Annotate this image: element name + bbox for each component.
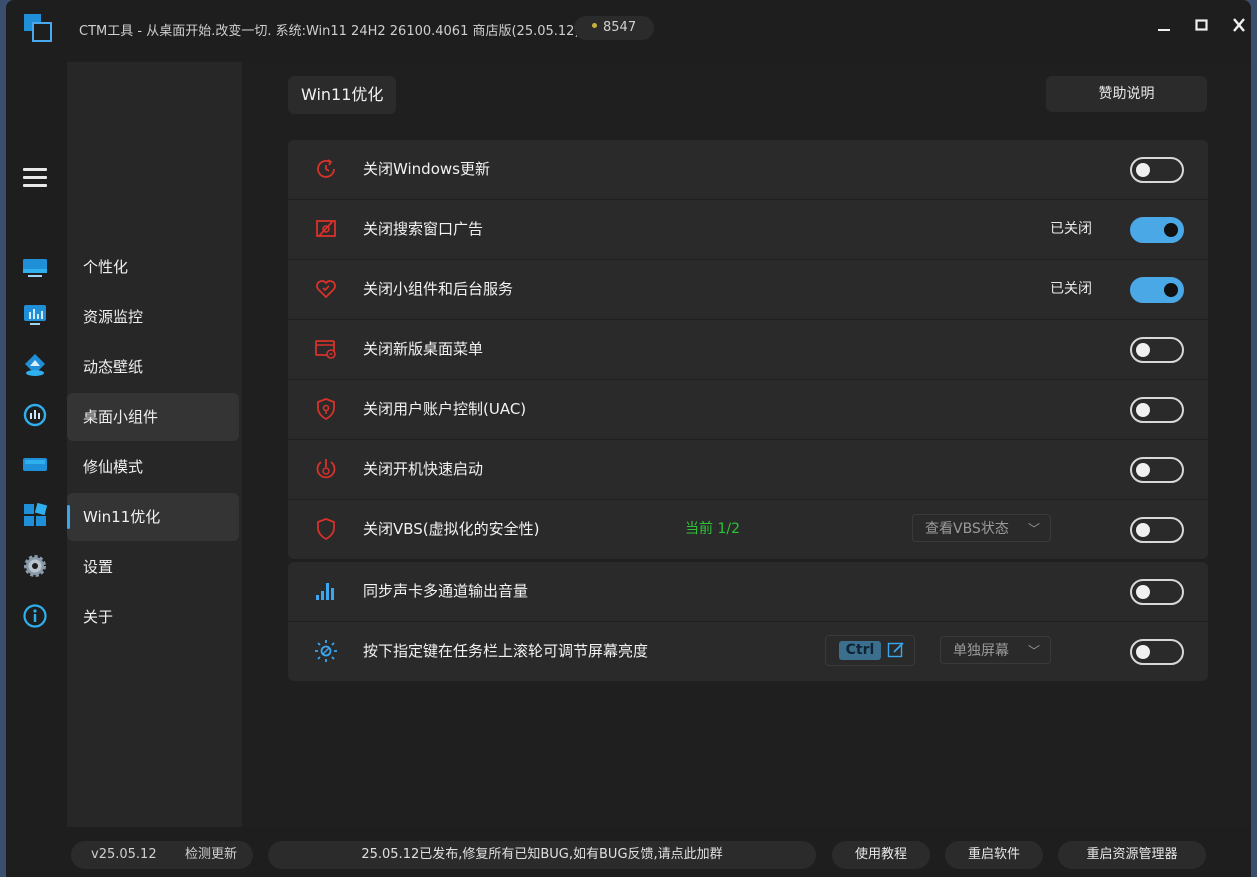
menu-item-settings[interactable]: 设置 — [67, 543, 239, 591]
setting-label: 同步声卡多通道输出音量 — [363, 582, 529, 600]
dynamic-wallpaper-icon[interactable] — [22, 352, 48, 378]
desktop-menu-icon — [315, 340, 336, 359]
vbs-shield-icon — [317, 518, 335, 541]
menu-item-dynamic-wallpaper[interactable]: 动态壁纸 — [67, 343, 239, 391]
hotkey-box: Ctrl — [825, 635, 915, 666]
icon-rail — [6, 0, 67, 877]
title-bar: CTM工具 - 从桌面开始.改变一切. 系统:Win11 24H2 26100.… — [67, 0, 1251, 56]
status-text: 已关闭 — [1050, 281, 1092, 297]
vbs-status-dropdown[interactable]: 查看VBS状态 ﹀ — [912, 514, 1051, 542]
toggle-search-ads[interactable] — [1130, 217, 1184, 243]
dropdown-value: 单独屏幕 — [953, 643, 1009, 659]
toggle-vbs[interactable] — [1130, 517, 1184, 543]
setting-row-vbs: 关闭VBS(虚拟化的安全性) 当前 1/2 查看VBS状态 ﹀ — [288, 500, 1208, 559]
version-pill: v25.05.12 检测更新 — [71, 841, 253, 869]
setting-row-uac: 关闭用户账户控制(UAC) — [288, 380, 1208, 440]
personalize-monitor-icon[interactable] — [22, 254, 48, 280]
desktop-widget-icon[interactable] — [22, 402, 48, 428]
setting-row-sync-volume: 同步声卡多通道输出音量 — [288, 562, 1208, 622]
menu-item-xiuxian-mode[interactable]: 修仙模式 — [67, 443, 239, 491]
menu-item-desktop-widget[interactable]: 桌面小组件 — [67, 393, 239, 441]
clock-update-icon — [317, 159, 335, 178]
version-text: v25.05.12 — [91, 847, 157, 862]
menu-item-win11-optimize[interactable]: Win11优化 — [67, 493, 239, 541]
widgets-heart-icon — [316, 280, 336, 299]
setting-row-widgets-service: 关闭小组件和后台服务 已关闭 — [288, 260, 1208, 320]
settings-card-extras: 同步声卡多通道输出音量 按下指定键在任务栏上滚轮可调节屏幕亮度 Ctrl 单独屏… — [288, 562, 1208, 681]
toggle-fast-boot[interactable] — [1130, 457, 1184, 483]
setting-label: 按下指定键在任务栏上滚轮可调节屏幕亮度 — [363, 642, 649, 660]
setting-label: 关闭开机快速启动 — [363, 460, 484, 478]
toggle-sync-volume[interactable] — [1130, 579, 1184, 605]
edit-icon[interactable] — [887, 641, 905, 659]
setting-label: 关闭小组件和后台服务 — [363, 280, 514, 298]
sponsor-help-button[interactable]: 赞助说明 — [1046, 76, 1207, 112]
menu-item-about[interactable]: 关于 — [67, 593, 239, 641]
chevron-down-icon: ﹀ — [1027, 522, 1040, 536]
badge-count: 8547 — [603, 20, 637, 35]
hamburger-menu-icon[interactable] — [23, 168, 47, 192]
setting-label: 关闭搜索窗口广告 — [363, 220, 484, 238]
app-window: CTM工具 - 从桌面开始.改变一切. 系统:Win11 24H2 26100.… — [6, 0, 1251, 877]
main-content: Win11优化 赞助说明 关闭Windows更新 关闭搜索窗口广告 已关闭 关闭… — [242, 62, 1251, 827]
minimize-icon[interactable] — [1149, 12, 1179, 40]
toggle-taskbar-brightness[interactable] — [1130, 639, 1184, 665]
brightness-icon — [315, 640, 337, 662]
chevron-down-icon: ﹀ — [1027, 644, 1040, 658]
setting-label: 关闭VBS(虚拟化的安全性) — [363, 520, 540, 538]
tutorial-button[interactable]: 使用教程 — [832, 841, 930, 869]
toggle-windows-update[interactable] — [1130, 157, 1184, 183]
xiuxian-mode-icon[interactable] — [22, 452, 48, 478]
setting-row-windows-update: 关闭Windows更新 — [288, 140, 1208, 200]
uac-shield-icon — [317, 398, 335, 421]
toggle-widgets-service[interactable] — [1130, 277, 1184, 303]
check-update-button[interactable]: 检测更新 — [185, 841, 237, 869]
setting-row-taskbar-brightness: 按下指定键在任务栏上滚轮可调节屏幕亮度 Ctrl 单独屏幕 ﹀ — [288, 622, 1208, 681]
setting-row-fast-boot: 关闭开机快速启动 — [288, 440, 1208, 500]
close-icon[interactable] — [1224, 12, 1251, 40]
vbs-current-status: 当前 1/2 — [685, 521, 740, 537]
hotkey-key: Ctrl — [839, 641, 881, 660]
equalizer-icon — [316, 583, 334, 600]
title-badge: 8547 — [574, 16, 655, 40]
settings-card-system: 关闭Windows更新 关闭搜索窗口广告 已关闭 关闭小组件和后台服务 已关闭 … — [288, 140, 1208, 559]
side-menu: 个性化 资源监控 动态壁纸 桌面小组件 修仙模式 Win11优化 设置 关于 — [67, 62, 242, 827]
settings-gear-icon[interactable] — [22, 553, 48, 579]
menu-item-resource-monitor[interactable]: 资源监控 — [67, 293, 239, 341]
resource-monitor-icon[interactable] — [22, 302, 48, 328]
page-title: Win11优化 — [288, 76, 397, 114]
dropdown-value: 查看VBS状态 — [925, 521, 1009, 537]
menu-item-personalize[interactable]: 个性化 — [67, 243, 239, 291]
release-notice[interactable]: 25.05.12已发布,修复所有已知BUG,如有BUG反馈,请点此加群 — [268, 841, 816, 869]
setting-row-search-ads: 关闭搜索窗口广告 已关闭 — [288, 200, 1208, 260]
screen-scope-dropdown[interactable]: 单独屏幕 ﹀ — [940, 636, 1051, 664]
restart-explorer-button[interactable]: 重启资源管理器 — [1058, 841, 1206, 869]
toggle-new-desktop-menu[interactable] — [1130, 337, 1184, 363]
maximize-icon[interactable] — [1187, 12, 1217, 40]
setting-label: 关闭Windows更新 — [363, 160, 490, 178]
no-ads-icon — [316, 220, 336, 237]
restart-app-button[interactable]: 重启软件 — [945, 841, 1043, 869]
setting-label: 关闭用户账户控制(UAC) — [363, 400, 527, 418]
about-info-icon[interactable] — [22, 603, 48, 629]
setting-row-new-desktop-menu: 关闭新版桌面菜单 — [288, 320, 1208, 380]
footer-bar: v25.05.12 检测更新 25.05.12已发布,修复所有已知BUG,如有B… — [67, 832, 1251, 877]
win11-optimize-icon[interactable] — [22, 502, 48, 528]
setting-label: 关闭新版桌面菜单 — [363, 340, 484, 358]
app-logo — [24, 14, 52, 42]
fast-boot-icon — [316, 459, 336, 479]
window-title: CTM工具 - 从桌面开始.改变一切. 系统:Win11 24H2 26100.… — [79, 24, 580, 39]
status-text: 已关闭 — [1050, 221, 1092, 237]
toggle-uac[interactable] — [1130, 397, 1184, 423]
